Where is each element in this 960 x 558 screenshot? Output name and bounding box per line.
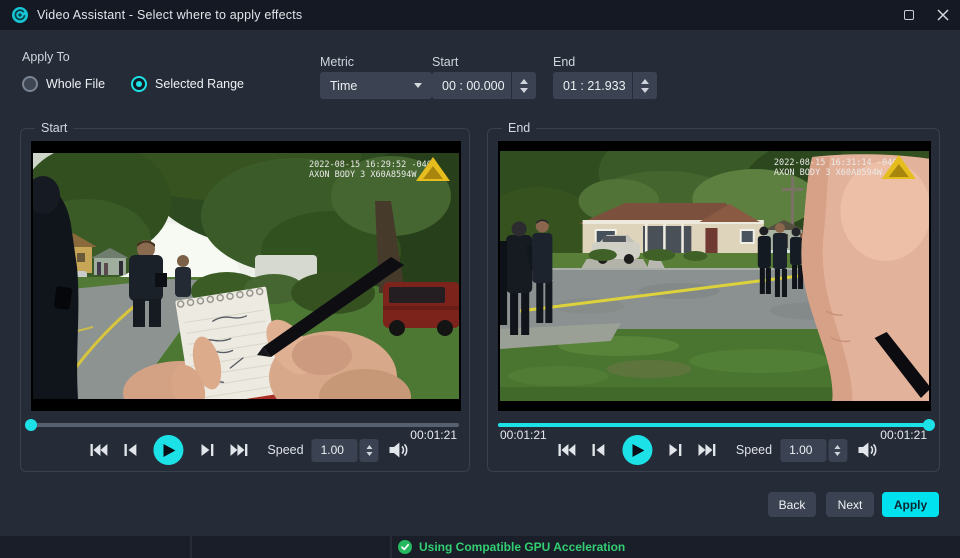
- gpu-status: Using Compatible GPU Acceleration: [398, 536, 625, 558]
- start-time-value: 00 : 00.000: [432, 72, 511, 99]
- spinner-up-icon[interactable]: [835, 445, 841, 449]
- metric-label: Metric: [320, 55, 354, 69]
- apply-to-radio-group: Whole File Selected Range: [22, 76, 244, 92]
- transport-controls: Speed: [81, 434, 408, 466]
- seek-fill: [498, 423, 929, 427]
- seek-bar[interactable]: [498, 423, 929, 427]
- play-button[interactable]: [622, 435, 652, 465]
- maximize-button[interactable]: [892, 0, 926, 30]
- skip-to-start-button[interactable]: [558, 444, 575, 456]
- radio-selected-range[interactable]: Selected Range: [131, 76, 244, 92]
- step-forward-button[interactable]: [201, 444, 213, 456]
- start-preview-panel: Start: [20, 128, 470, 472]
- bodycam-timestamp: 2022-08-15 16:29:52 -0400: [309, 160, 437, 170]
- seek-bar[interactable]: [31, 423, 459, 427]
- apply-button[interactable]: Apply: [882, 492, 939, 517]
- video-preview-end: 2022-08-15 16:31:14 -0400 AXON BODY 3 X6…: [498, 141, 931, 411]
- skip-to-start-button[interactable]: [90, 444, 107, 456]
- step-backward-button[interactable]: [124, 444, 136, 456]
- chevron-down-icon: [414, 83, 422, 88]
- volume-icon: [390, 442, 409, 458]
- metric-dropdown[interactable]: Time: [320, 72, 432, 99]
- start-label: Start: [432, 55, 458, 69]
- status-bar: Using Compatible GPU Acceleration: [0, 536, 960, 558]
- status-text: Using Compatible GPU Acceleration: [419, 540, 625, 554]
- end-label: End: [553, 55, 575, 69]
- play-button[interactable]: [153, 435, 183, 465]
- seek-thumb[interactable]: [25, 419, 37, 431]
- speed-label: Speed: [267, 443, 303, 457]
- spinner-down-icon[interactable]: [520, 88, 528, 93]
- radio-circle-selected: [131, 76, 147, 92]
- current-time-label: 00:01:21: [500, 428, 547, 442]
- window-title: Video Assistant - Select where to apply …: [37, 8, 302, 22]
- volume-button[interactable]: [858, 442, 877, 458]
- bodycam-device-id: AXON BODY 3 X60A8594W: [309, 170, 417, 180]
- play-icon: [632, 444, 644, 457]
- speed-spinner[interactable]: [828, 439, 847, 462]
- bodycam-timestamp: 2022-08-15 16:31:14 -0400: [774, 158, 903, 168]
- spinner-up-icon[interactable]: [641, 79, 649, 84]
- video-frame-end: 2022-08-15 16:31:14 -0400 AXON BODY 3 X6…: [498, 141, 931, 411]
- play-icon: [163, 444, 175, 457]
- end-preview-panel: End: [487, 128, 940, 472]
- skip-to-end-button[interactable]: [230, 444, 247, 456]
- speed-input[interactable]: [780, 439, 826, 462]
- check-circle-icon: [398, 540, 412, 554]
- spinner-up-icon[interactable]: [366, 445, 372, 449]
- status-bar-divider: [390, 536, 392, 558]
- video-assistant-dialog: Video Assistant - Select where to apply …: [0, 0, 960, 558]
- close-icon: [937, 9, 949, 21]
- step-forward-button[interactable]: [669, 444, 681, 456]
- end-time-field[interactable]: 01 : 21.933: [553, 72, 657, 99]
- radio-label: Whole File: [46, 77, 105, 91]
- close-button[interactable]: [926, 0, 960, 30]
- status-bar-divider: [190, 536, 192, 558]
- maximize-icon: [904, 10, 914, 20]
- spinner-down-icon[interactable]: [641, 88, 649, 93]
- title-bar: Video Assistant - Select where to apply …: [0, 0, 960, 30]
- video-frame-start: 2022-08-15 16:29:52 -0400 AXON BODY 3 X6…: [31, 141, 461, 411]
- metric-value: Time: [330, 79, 357, 93]
- app-logo-icon: [12, 7, 28, 23]
- duration-label: 00:01:21: [410, 428, 457, 442]
- end-time-value: 01 : 21.933: [553, 72, 632, 99]
- spinner-down-icon[interactable]: [835, 452, 841, 456]
- radio-label: Selected Range: [155, 77, 244, 91]
- radio-circle-unselected: [22, 76, 38, 92]
- skip-to-end-button[interactable]: [698, 444, 715, 456]
- step-backward-button[interactable]: [592, 444, 604, 456]
- radio-whole-file[interactable]: Whole File: [22, 76, 105, 92]
- back-button[interactable]: Back: [768, 492, 816, 517]
- panel-legend: End: [502, 121, 536, 135]
- panel-legend: Start: [35, 121, 73, 135]
- volume-icon: [858, 442, 877, 458]
- speed-label: Speed: [736, 443, 772, 457]
- transport-controls: Speed: [550, 434, 877, 466]
- start-time-field[interactable]: 00 : 00.000: [432, 72, 536, 99]
- speed-spinner[interactable]: [360, 439, 379, 462]
- next-button[interactable]: Next: [826, 492, 874, 517]
- bodycam-device-id: AXON BODY 3 X60A8594W: [774, 168, 883, 178]
- spinner-up-icon[interactable]: [520, 79, 528, 84]
- volume-button[interactable]: [390, 442, 409, 458]
- speed-input[interactable]: [312, 439, 358, 462]
- apply-to-label: Apply To: [22, 50, 70, 64]
- video-preview-start: 2022-08-15 16:29:52 -0400 AXON BODY 3 X6…: [31, 141, 461, 411]
- spinner-down-icon[interactable]: [366, 452, 372, 456]
- duration-label: 00:01:21: [880, 428, 927, 442]
